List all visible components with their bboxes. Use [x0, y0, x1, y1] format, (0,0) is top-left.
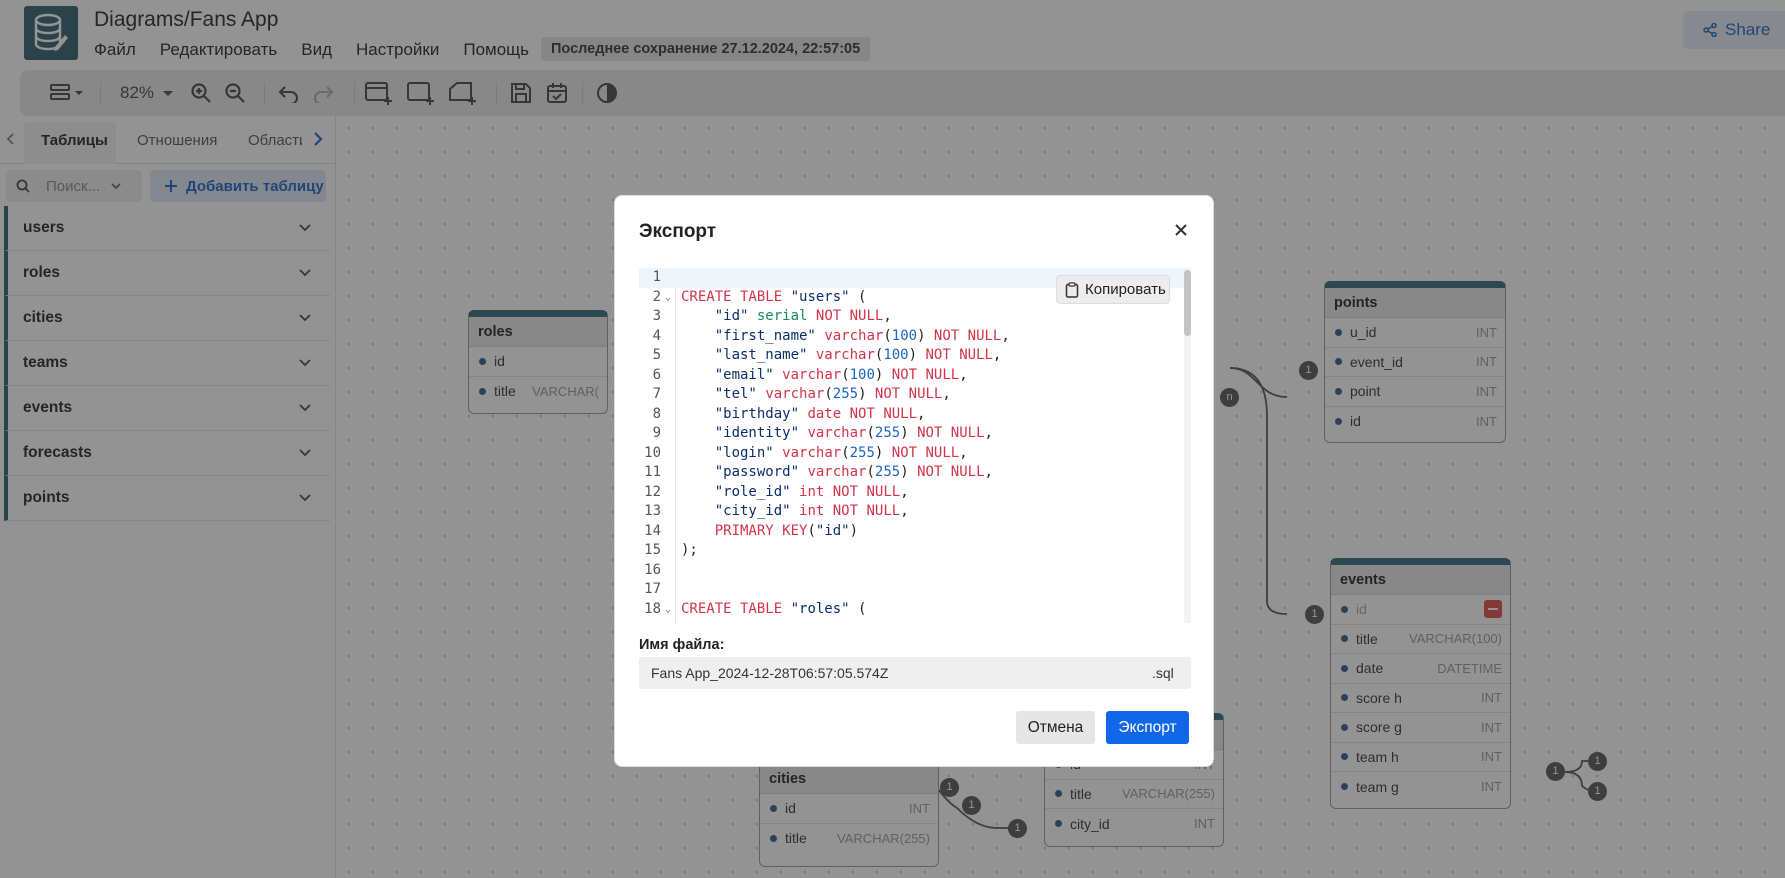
- code-line: 6 "email" varchar(100) NOT NULL,: [652, 366, 968, 383]
- close-button[interactable]: [1171, 220, 1191, 240]
- filename-label: Имя файла:: [639, 637, 725, 653]
- export-modal: Экспорт 1 2 ⌄ CREATE TABLE "users" ( 3 "id…: [614, 195, 1214, 767]
- code-line: 13 "city_id" int NOT NULL,: [644, 503, 909, 519]
- copy-label: Копировать: [1085, 281, 1166, 298]
- code-line: 18 ⌄ CREATE TABLE "roles" (: [639, 600, 1191, 620]
- fold-icon: ⌄: [665, 291, 672, 303]
- code-line: 15);: [644, 542, 698, 558]
- export-button[interactable]: Экспорт: [1106, 711, 1189, 744]
- code-line: 9 "identity" varchar(255) NOT NULL,: [652, 425, 993, 441]
- fold-icon: ⌄: [665, 603, 672, 615]
- code-line: 3 "id" serial NOT NULL,: [652, 308, 892, 324]
- code-line: 14 PRIMARY KEY("id"): [644, 522, 859, 539]
- code-line: 11 "password" varchar(255) NOT NULL,: [644, 464, 993, 480]
- code-line: 5 "last_name" varchar(100) NOT NULL,: [652, 347, 1002, 363]
- clipboard-icon: [1065, 281, 1079, 298]
- copy-button[interactable]: Копировать: [1056, 275, 1170, 304]
- code-line: 17: [644, 581, 661, 597]
- modal-title: Экспорт: [639, 221, 717, 242]
- code-editor[interactable]: 1 2 ⌄ CREATE TABLE "users" ( 3 "id" serial…: [639, 268, 1191, 623]
- code-line: 8 "birthday" date NOT NULL,: [652, 405, 926, 422]
- code-line: 10 "login" varchar(255) NOT NULL,: [644, 444, 968, 461]
- cancel-button[interactable]: Отмена: [1016, 711, 1095, 744]
- code-line: 16: [644, 561, 661, 578]
- code-line: 7 "tel" varchar(255) NOT NULL,: [652, 386, 951, 402]
- filename-input[interactable]: Fans App_2024-12-28T06:57:05.574Z: [639, 657, 1191, 689]
- code-line: 12 "role_id" int NOT NULL,: [644, 483, 909, 500]
- editor-scroll-thumb[interactable]: [1184, 270, 1191, 336]
- code-line: 4 "first_name" varchar(100) NOT NULL,: [652, 327, 1010, 344]
- close-icon: [1175, 224, 1187, 236]
- filename-extension: .sql: [1152, 665, 1174, 681]
